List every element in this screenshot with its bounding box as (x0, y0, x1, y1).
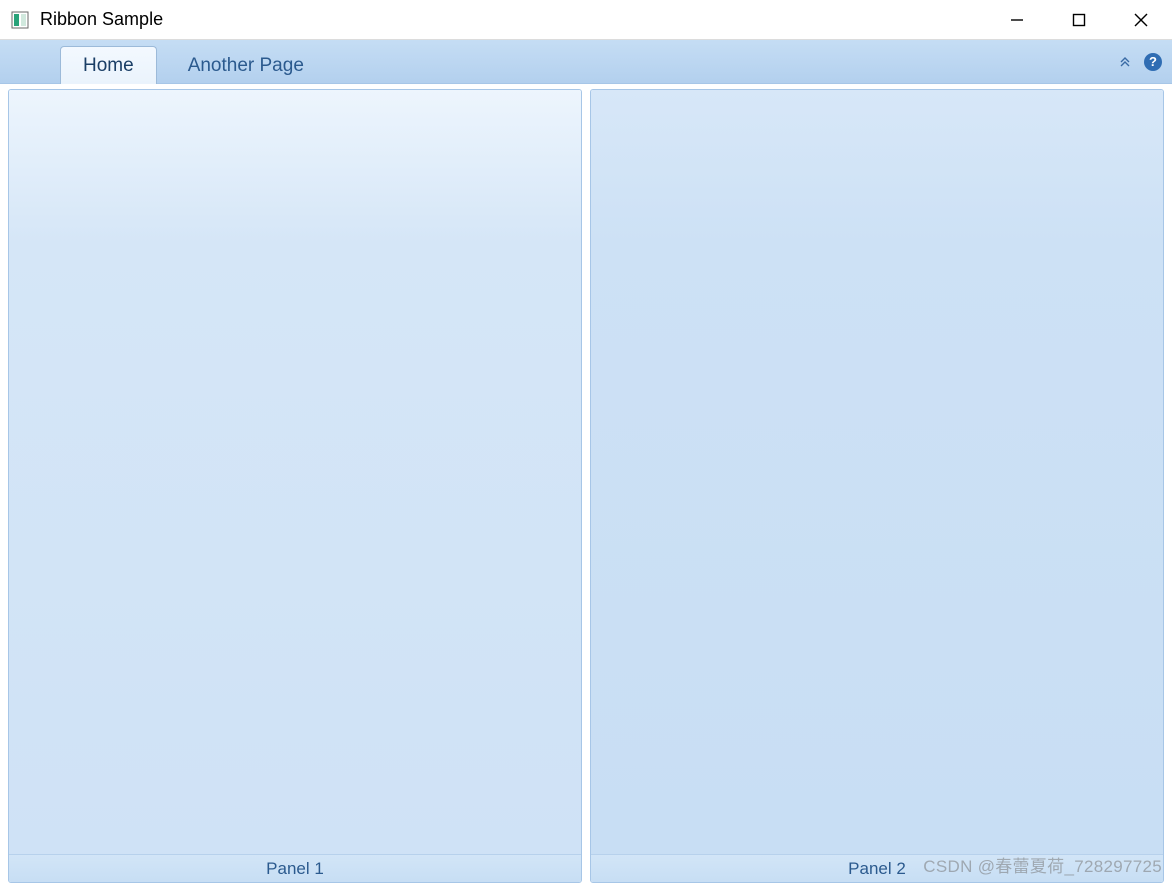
collapse-ribbon-button[interactable] (1116, 53, 1134, 71)
ribbon-tab-strip: Home Another Page ? (0, 40, 1172, 84)
panel-1-body (9, 90, 581, 854)
ribbon-right-controls: ? (1116, 53, 1162, 71)
app-icon (10, 10, 30, 30)
panel-1-caption: Panel 1 (9, 854, 581, 882)
window-title: Ribbon Sample (40, 9, 163, 30)
titlebar: Ribbon Sample (0, 0, 1172, 40)
help-button[interactable]: ? (1144, 53, 1162, 71)
panel-2-body (591, 90, 1163, 854)
panel-2: Panel 2 (590, 89, 1164, 883)
close-button[interactable] (1110, 0, 1172, 39)
window-controls (986, 0, 1172, 39)
window-root: Ribbon Sample Home Another Page (0, 0, 1172, 883)
tab-another-page[interactable]: Another Page (165, 46, 327, 84)
panel-1: Panel 1 (8, 89, 582, 883)
tab-home[interactable]: Home (60, 46, 157, 84)
minimize-button[interactable] (986, 0, 1048, 39)
maximize-button[interactable] (1048, 0, 1110, 39)
ribbon-panels: Panel 1 Panel 2 (0, 84, 1172, 883)
panel-2-caption: Panel 2 (591, 854, 1163, 882)
